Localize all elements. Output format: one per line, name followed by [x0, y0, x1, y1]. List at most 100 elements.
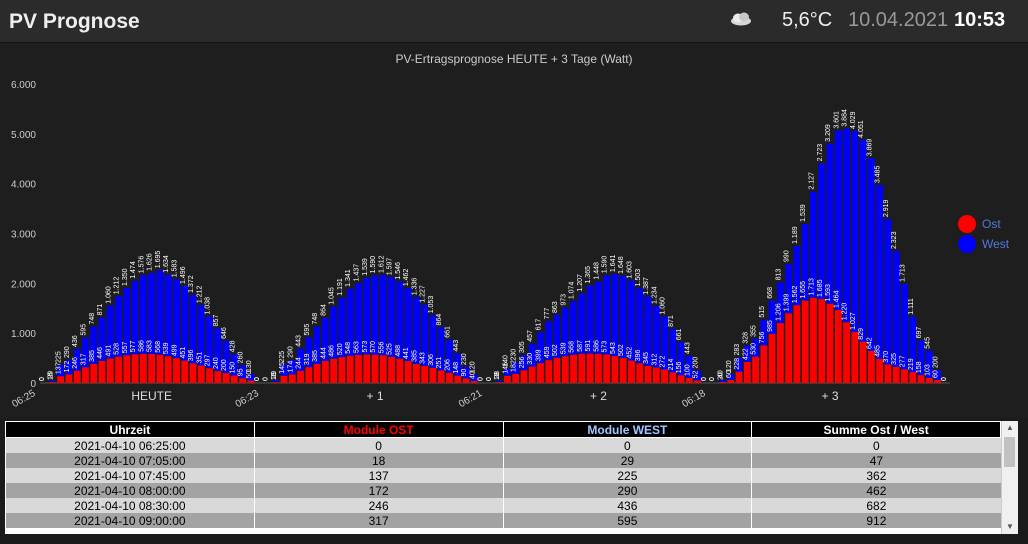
- bar-ost[interactable]: [173, 358, 180, 383]
- bar-ost[interactable]: [280, 375, 288, 383]
- bar-ost[interactable]: [330, 358, 338, 383]
- bar-ost[interactable]: [98, 360, 106, 383]
- bar-ost[interactable]: [379, 355, 387, 383]
- bar-ost[interactable]: [760, 345, 768, 383]
- bar-ost[interactable]: [396, 358, 404, 383]
- bar-west[interactable]: [834, 130, 842, 311]
- bar-ost[interactable]: [346, 355, 354, 383]
- bar-ost[interactable]: [355, 354, 362, 383]
- bar-ost[interactable]: [619, 357, 627, 383]
- bar-ost[interactable]: [818, 299, 826, 383]
- bar-ost[interactable]: [743, 361, 751, 383]
- header-module-ost[interactable]: Module OST: [253, 421, 504, 438]
- bar-west[interactable]: [826, 143, 834, 304]
- bar-west[interactable]: [868, 158, 875, 352]
- bar-ost[interactable]: [901, 369, 908, 383]
- bar-ost[interactable]: [82, 367, 89, 383]
- bar-ost[interactable]: [148, 353, 156, 383]
- legend-item-ost[interactable]: Ost: [958, 214, 1009, 234]
- bar-ost[interactable]: [826, 303, 834, 383]
- table-row[interactable]: 2021-04-10 06:25:00 0 0 0: [5, 437, 1001, 453]
- bar-ost[interactable]: [222, 373, 230, 383]
- bar-ost[interactable]: [884, 364, 892, 383]
- bar-ost[interactable]: [156, 354, 164, 383]
- bar-ost[interactable]: [752, 356, 759, 383]
- scroll-up-arrow-icon[interactable]: ▲: [1002, 421, 1018, 435]
- legend-item-west[interactable]: West: [958, 234, 1009, 254]
- bar-ost[interactable]: [644, 365, 652, 383]
- bar-ost[interactable]: [49, 382, 56, 383]
- bar-ost[interactable]: [140, 353, 147, 383]
- bar-ost[interactable]: [164, 356, 172, 383]
- bar-ost[interactable]: [388, 356, 395, 383]
- table-row[interactable]: 2021-04-10 08:00:00 172 290 462: [5, 483, 1001, 498]
- bar-ost[interactable]: [570, 354, 577, 383]
- bar-ost[interactable]: [57, 376, 65, 383]
- header-uhrzeit[interactable]: Uhrzeit: [5, 421, 255, 438]
- bar-ost[interactable]: [90, 363, 98, 383]
- bar-ost[interactable]: [735, 371, 743, 383]
- bar-ost[interactable]: [843, 322, 850, 383]
- bar-ost[interactable]: [73, 370, 81, 383]
- bar-ost[interactable]: [123, 355, 131, 383]
- forecast-table-container[interactable]: Uhrzeit Module OST Module WEST Summe Ost…: [5, 421, 1018, 534]
- bar-ost[interactable]: [115, 356, 122, 383]
- bar-ost[interactable]: [537, 363, 544, 383]
- bar-ost[interactable]: [561, 356, 569, 383]
- bar-ost[interactable]: [429, 367, 437, 383]
- table-row[interactable]: 2021-04-10 07:05:00 18 29 47: [5, 453, 1001, 468]
- bar-ost[interactable]: [810, 297, 817, 383]
- bar-ost[interactable]: [371, 354, 379, 383]
- bar-ost[interactable]: [288, 374, 296, 383]
- bar-ost[interactable]: [437, 370, 445, 383]
- table-scrollbar[interactable]: ▲ ▼: [1001, 421, 1018, 534]
- bar-west[interactable]: [859, 139, 867, 342]
- bar-ost[interactable]: [611, 355, 619, 383]
- bar-ost[interactable]: [106, 358, 114, 383]
- bar-ost[interactable]: [131, 354, 139, 383]
- bar-ost[interactable]: [727, 380, 735, 383]
- scroll-thumb[interactable]: [1004, 437, 1015, 467]
- bar-ost[interactable]: [793, 305, 801, 383]
- bar-ost[interactable]: [528, 366, 536, 383]
- bar-ost[interactable]: [636, 363, 644, 383]
- bar-ost[interactable]: [661, 369, 668, 383]
- bar-ost[interactable]: [719, 382, 726, 383]
- bar-west[interactable]: [818, 163, 826, 300]
- bar-west[interactable]: [843, 128, 850, 323]
- bar-ost[interactable]: [504, 375, 511, 383]
- bar-ost[interactable]: [297, 370, 304, 383]
- bar-ost[interactable]: [512, 373, 520, 383]
- table-row[interactable]: 2021-04-10 09:00:00 317 595 912: [5, 513, 1001, 528]
- bar-ost[interactable]: [892, 366, 900, 383]
- bar-ost[interactable]: [404, 361, 412, 383]
- bar-ost[interactable]: [313, 363, 321, 383]
- bar-ost[interactable]: [520, 370, 528, 383]
- bar-ost[interactable]: [189, 363, 197, 383]
- bar-ost[interactable]: [495, 382, 503, 383]
- bar-ost[interactable]: [322, 360, 329, 383]
- bar-ost[interactable]: [777, 322, 784, 383]
- bar-ost[interactable]: [628, 360, 635, 383]
- bar-ost[interactable]: [206, 368, 213, 383]
- bar-ost[interactable]: [197, 365, 205, 383]
- scroll-down-arrow-icon[interactable]: ▼: [1002, 520, 1018, 534]
- bar-west[interactable]: [851, 131, 859, 332]
- bar-ost[interactable]: [363, 354, 371, 383]
- header-module-west[interactable]: Module WEST: [502, 421, 753, 438]
- bar-ost[interactable]: [586, 353, 594, 383]
- bar-ost[interactable]: [603, 354, 611, 383]
- bar-ost[interactable]: [595, 353, 602, 383]
- bar-ost[interactable]: [272, 382, 280, 383]
- bar-ost[interactable]: [768, 333, 776, 383]
- table-row[interactable]: 2021-04-10 07:45:00 137 225 362: [5, 468, 1001, 483]
- table-row[interactable]: 2021-04-10 08:30:00 246 436 682: [5, 498, 1001, 513]
- bar-ost[interactable]: [65, 374, 73, 383]
- bar-ost[interactable]: [545, 360, 553, 383]
- bar-ost[interactable]: [214, 371, 222, 383]
- bar-ost[interactable]: [421, 365, 429, 383]
- bar-ost[interactable]: [305, 367, 313, 383]
- bar-ost[interactable]: [413, 363, 420, 383]
- bar-ost[interactable]: [785, 313, 793, 383]
- bar-ost[interactable]: [553, 357, 561, 383]
